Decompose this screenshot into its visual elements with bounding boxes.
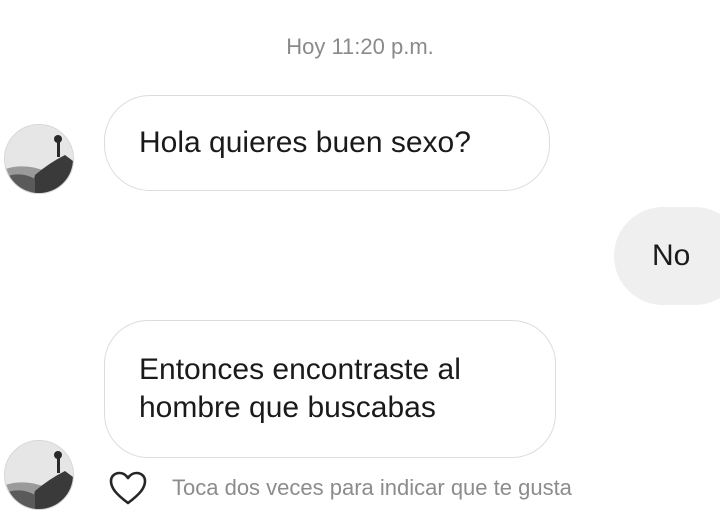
message-text: Entonces encontraste al hombre que busca… (139, 353, 461, 424)
sender-avatar[interactable] (4, 440, 74, 510)
sender-avatar[interactable] (4, 124, 74, 194)
outgoing-message-bubble[interactable]: No (614, 207, 720, 305)
like-hint-text: Toca dos veces para indicar que te gusta (172, 475, 572, 500)
message-text: No (652, 239, 691, 272)
avatar-photo-icon (5, 441, 73, 509)
incoming-message-bubble[interactable]: Hola quieres buen sexo? (104, 95, 550, 191)
avatar-photo-icon (5, 125, 73, 193)
like-hint-row: Toca dos veces para indicar que te gusta (108, 470, 572, 506)
heart-outline-icon[interactable] (108, 470, 148, 506)
message-text: Hola quieres buen sexo? (139, 126, 471, 159)
message-timestamp: Hoy 11:20 p.m. (286, 34, 434, 59)
incoming-message-bubble[interactable]: Entonces encontraste al hombre que busca… (104, 320, 556, 458)
